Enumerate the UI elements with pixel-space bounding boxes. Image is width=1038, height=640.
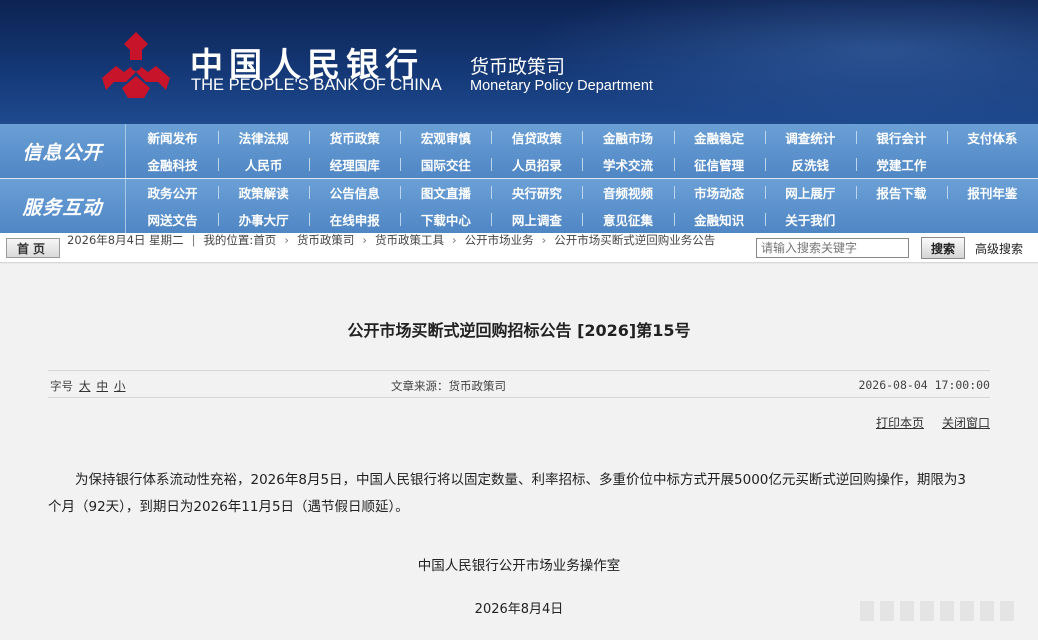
nav-item-info-15[interactable]: 学术交流 [582,151,673,178]
location-label: 我的位置: [203,233,254,247]
chevron-right-icon: › [362,233,368,247]
nav-item-service-16[interactable]: 金融知识 [673,206,765,233]
breadcrumb-home[interactable]: 首页 [253,233,276,247]
font-size-medium[interactable]: 中 [97,379,109,393]
breadcrumb: 2026年8月4日 星期二 | 我的位置:首页 › 货币政策司 › 货币政策工具 › 公开市场业… [67,233,751,248]
department-name-cn: 货币政策司 [470,56,566,78]
advanced-search-link[interactable]: 高级搜索 [975,240,1023,257]
nav-service-items: 政务公开 政策解读 公告信息 图文直播 央行研究 音频视频 市场动态 网上展厅 报告下载 报刊年鉴… [127,179,1038,233]
nav-item-info-14[interactable]: 人员招录 [491,151,582,178]
font-size-small[interactable]: 小 [114,379,126,393]
nav-item-service-0[interactable]: 政务公开 [127,179,218,206]
nav-category-info[interactable]: 信息公开 [0,124,126,178]
nav-item-service-10[interactable]: 网送文告 [127,206,218,233]
font-size-controls: 字号大中小 [50,378,126,394]
faint-overlay-bar [860,601,1020,621]
search-input[interactable] [756,238,909,258]
nav-item-info-9[interactable]: 支付体系 [946,124,1038,151]
search-button[interactable]: 搜索 [921,237,965,259]
nav-item-service-13[interactable]: 下载中心 [400,206,491,233]
chevron-right-icon: › [452,233,457,247]
current-date: 2026年8月4日 星期二 [67,233,184,247]
chevron-right-icon: › [541,233,547,247]
bank-name-en: THE PEOPLE'S BANK OF CHINA [191,76,442,94]
chevron-right-icon: › [284,233,289,247]
nav-item-info-16[interactable]: 征信管理 [673,151,765,178]
nav-item-service-7[interactable]: 网上展厅 [764,179,856,206]
nav-item-service-9[interactable]: 报刊年鉴 [946,179,1038,206]
department-name-en: Monetary Policy Department [470,78,653,94]
article-meta: 字号大中小 文章来源：货币政策司 2026-08-04 17:00:00 [48,370,990,398]
nav-service-interaction: 服务互动 政务公开 政策解读 公告信息 图文直播 央行研究 音频视频 市场动态 网上展厅 报告下… [0,179,1038,233]
nav-item-info-5[interactable]: 金融市场 [582,124,673,151]
nav-item-service-3[interactable]: 图文直播 [400,179,491,206]
nav-item-service-6[interactable]: 市场动态 [673,179,765,206]
pboc-emblem-icon[interactable] [96,30,176,100]
nav-item-info-12[interactable]: 经理国库 [309,151,400,178]
breadcrumb-open-market[interactable]: 公开市场业务 [465,233,534,247]
nav-item-service-8[interactable]: 报告下载 [855,179,947,206]
nav-item-service-14[interactable]: 网上调查 [491,206,582,233]
nav-item-service-15[interactable]: 意见征集 [582,206,673,233]
article-area: 公开市场买断式逆回购招标公告 [2026]第15号 字号大中小 文章来源：货币政… [0,264,1038,640]
nav-item-info-13[interactable]: 国际交往 [400,151,491,178]
nav-item-info-0[interactable]: 新闻发布 [127,124,218,151]
article-tools: 打印本页 关闭窗口 [858,414,990,431]
separator: | [191,233,196,247]
nav-item-info-11[interactable]: 人民币 [218,151,309,178]
nav-item-info-18[interactable]: 党建工作 [855,151,947,178]
font-size-label: 字号 [50,379,73,393]
nav-info-items: 新闻发布 法律法规 货币政策 宏观审慎 信贷政策 金融市场 金融稳定 调查统计 银行会计 支付体系… [127,124,1038,178]
nav-item-info-1[interactable]: 法律法规 [218,124,309,151]
breadcrumb-monetary-policy[interactable]: 货币政策司 [297,233,355,247]
nav-item-service-12[interactable]: 在线申报 [309,206,400,233]
close-window-link[interactable]: 关闭窗口 [942,416,990,430]
nav-item-info-17[interactable]: 反洗钱 [764,151,856,178]
nav-item-service-5[interactable]: 音频视频 [582,179,673,206]
article-source: 文章来源：货币政策司 [391,379,506,393]
font-size-large[interactable]: 大 [79,379,91,393]
nav-item-service-17[interactable]: 关于我们 [764,206,856,233]
nav-item-info-2[interactable]: 货币政策 [309,124,400,151]
article-datetime: 2026-08-04 17:00:00 [858,378,990,392]
breadcrumb-policy-tools[interactable]: 货币政策工具 [375,233,444,247]
article-body: 为保持银行体系流动性充裕，2026年8月5日，中国人民银行将以固定数量、利率招标… [48,472,966,515]
nav-item-service-11[interactable]: 办事大厅 [218,206,309,233]
article-title: 公开市场买断式逆回购招标公告 [2026]第15号 [347,321,691,340]
nav-item-service-1[interactable]: 政策解读 [218,179,309,206]
nav-item-info-6[interactable]: 金融稳定 [673,124,765,151]
article-signature: 中国人民银行公开市场业务操作室 [417,558,621,574]
breadcrumb-current[interactable]: 公开市场买断式逆回购业务公告 [554,233,715,247]
home-button[interactable]: 首页 [6,238,60,258]
breadcrumb-bar: 首页 2026年8月4日 星期二 | 我的位置:首页 › 货币政策司 › 货币政策工具 › 公开… [0,233,1038,263]
site-banner: 中国人民银行 THE PEOPLE'S BANK OF CHINA 货币政策司 … [0,0,1038,124]
nav-item-service-2[interactable]: 公告信息 [309,179,400,206]
nav-info-disclosure: 信息公开 新闻发布 法律法规 货币政策 宏观审慎 信贷政策 金融市场 金融稳定 调查统计 银行会… [0,124,1038,178]
nav-category-service[interactable]: 服务互动 [0,179,126,233]
banner-glow [518,0,1038,124]
print-link[interactable]: 打印本页 [876,416,924,430]
nav-item-info-7[interactable]: 调查统计 [764,124,856,151]
nav-item-info-8[interactable]: 银行会计 [855,124,947,151]
nav-item-info-3[interactable]: 宏观审慎 [400,124,491,151]
nav-item-info-10[interactable]: 金融科技 [127,151,218,178]
nav-item-info-4[interactable]: 信贷政策 [491,124,582,151]
nav-item-service-4[interactable]: 央行研究 [491,179,582,206]
page-root: 中国人民银行 THE PEOPLE'S BANK OF CHINA 货币政策司 … [0,0,1038,640]
